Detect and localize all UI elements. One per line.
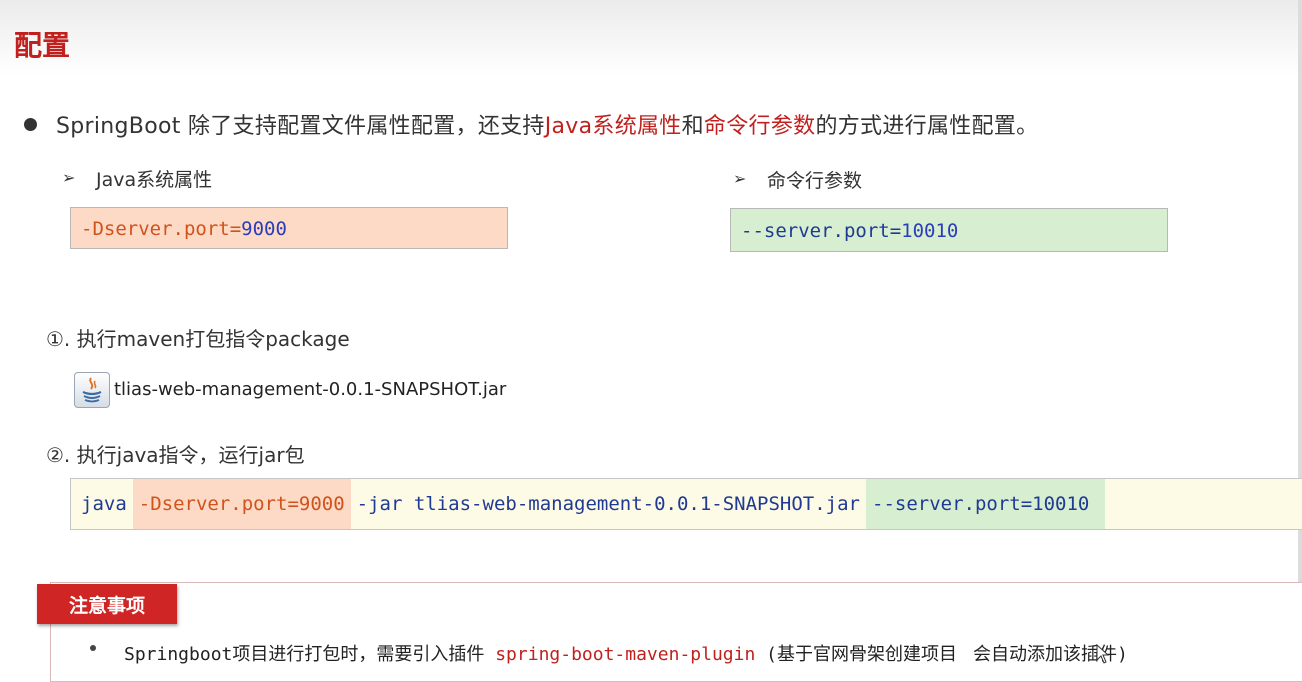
notice-tag: 注意事项 <box>37 584 177 624</box>
java-props-value: 9000 <box>241 218 287 240</box>
jar-filename[interactable]: tlias-web-management-0.0.1-SNAPSHOT.jar <box>114 379 506 400</box>
step2-label: ②. 执行java指令，运行jar包 <box>46 443 305 467</box>
notice-text: Springboot项目进行打包时，需要引入插件 spring-boot-mav… <box>124 640 1128 666</box>
notice-frame <box>50 582 1302 682</box>
intro-part3: 的方式进行属性配置。 <box>815 114 1039 139</box>
java-props-code: -Dserver.port=9000 <box>70 207 508 249</box>
intro-highlight-cmd: 命令行参数 <box>703 114 816 139</box>
cmd-args-value: 10010 <box>901 220 959 242</box>
intro-part2: 和 <box>681 114 704 139</box>
notice-text-pre: Springboot项目进行打包时，需要引入插件 <box>124 644 496 665</box>
bullet-dot <box>24 118 37 131</box>
step1-label: ①. 执行maven打包指令package <box>46 327 350 351</box>
java-props-key: -Dserver.port= <box>81 218 242 240</box>
java-props-label: Java系统属性 <box>96 169 213 191</box>
mouse-cursor-icon <box>1096 643 1110 668</box>
cmd-system-property: -Dserver.port=9000 <box>132 479 351 529</box>
header-band <box>0 0 1302 76</box>
intro-text: SpringBoot 除了支持配置文件属性配置，还支持Java系统属性和命令行参… <box>56 108 1038 140</box>
cmd-java: java <box>81 493 127 515</box>
plugin-name: spring-boot-maven-plugin <box>495 644 756 665</box>
arrow-bullet-icon: ➢ <box>62 168 76 187</box>
notice-text-mid: (基于官网骨架创建项目 <box>755 644 957 665</box>
run-command-box: java -Dserver.port=9000 -jar tlias-web-m… <box>70 478 1302 530</box>
arrow-bullet-icon: ➢ <box>733 169 747 188</box>
cmd-args-code: --server.port=10010 <box>730 208 1168 252</box>
cmd-args-key: --server.port= <box>741 220 902 242</box>
page-title: 配置 <box>14 29 71 62</box>
java-jar-icon <box>74 372 110 408</box>
scroll-edge <box>1298 0 1302 670</box>
cmd-args-label: 命令行参数 <box>767 170 863 192</box>
intro-highlight-java: Java系统属性 <box>544 114 682 139</box>
notice-bullet <box>90 645 96 651</box>
cmd-jar: -jar tlias-web-management-0.0.1-SNAPSHOT… <box>356 493 860 515</box>
intro-part1: SpringBoot 除了支持配置文件属性配置，还支持 <box>56 114 545 139</box>
cmd-arg: --server.port=10010 <box>866 479 1106 529</box>
